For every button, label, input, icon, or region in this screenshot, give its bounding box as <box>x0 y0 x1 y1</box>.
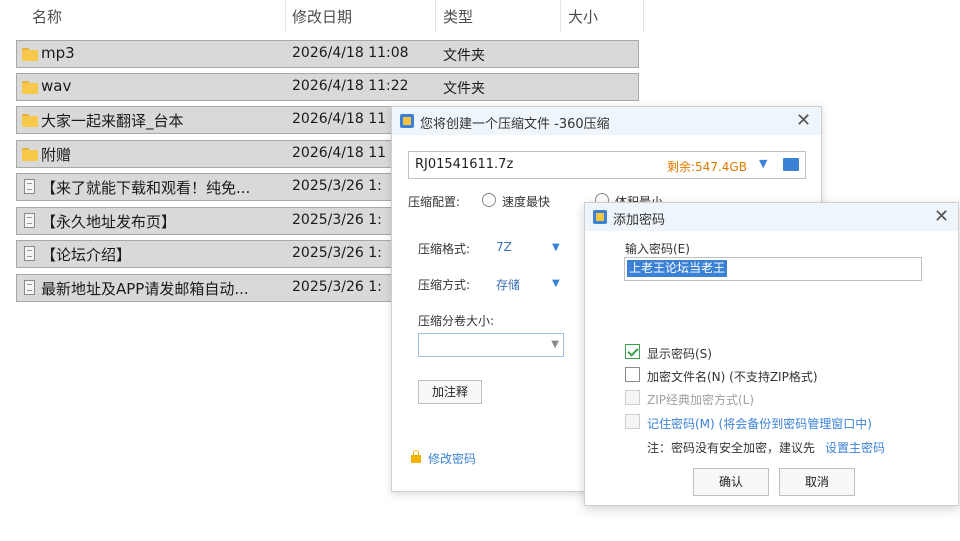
method-value[interactable]: 存储 <box>496 276 520 293</box>
file-date: 2026/4/18 11 <box>292 111 387 127</box>
radio-fastest[interactable] <box>482 193 496 207</box>
folder-icon <box>21 146 39 162</box>
file-name: 【永久地址发布页】 <box>41 213 177 231</box>
text-file-icon <box>21 179 39 195</box>
format-label: 压缩格式: <box>418 242 471 256</box>
chevron-down-icon[interactable]: ▼ <box>759 157 767 170</box>
file-date: 2025/3/26 1: <box>292 178 382 194</box>
column-divider[interactable] <box>285 0 286 32</box>
file-name: mp3 <box>41 44 75 62</box>
column-modified[interactable]: 修改日期 <box>292 6 352 28</box>
zip-classic-checkbox <box>625 390 640 405</box>
encrypt-filenames-label[interactable]: 加密文件名(N) (不支持ZIP格式) <box>647 368 818 385</box>
text-file-icon <box>21 246 39 262</box>
method-label: 压缩方式: <box>418 278 471 292</box>
column-header: 名称 ^ 修改日期 类型 大小 <box>0 0 650 34</box>
password-input[interactable]: 上老王论坛当老王 <box>624 257 922 281</box>
file-type: 文件夹 <box>443 48 485 64</box>
change-password-link[interactable]: 修改密码 <box>428 450 476 467</box>
file-row-mp3[interactable]: mp3 2026/4/18 11:08 文件夹 <box>16 40 639 68</box>
file-name: 大家一起来翻译_台本 <box>41 112 184 130</box>
encrypt-filenames-checkbox[interactable] <box>625 367 640 382</box>
ok-button[interactable]: 确认 <box>693 468 769 496</box>
file-name: 【来了就能下载和观看！纯免... <box>41 179 251 197</box>
zip-classic-label: ZIP经典加密方式(L) <box>647 393 755 407</box>
sort-indicator-icon: ^ <box>150 0 161 8</box>
radio-fastest-label[interactable]: 速度最快 <box>502 193 550 210</box>
remember-password-checkbox[interactable] <box>625 414 640 429</box>
show-password-label[interactable]: 显示密码(S) <box>647 345 712 362</box>
folder-icon <box>21 112 39 128</box>
remember-password-label[interactable]: 记住密码(M) (将会备份到密码管理窗口中) <box>647 415 872 432</box>
show-password-checkbox[interactable] <box>625 344 640 359</box>
file-type: 文件夹 <box>443 81 485 97</box>
password-dialog-titlebar[interactable]: 添加密码 ✕ <box>585 203 958 231</box>
chevron-down-icon[interactable]: ▼ <box>551 339 559 350</box>
close-icon[interactable]: ✕ <box>934 208 949 226</box>
text-file-icon <box>21 280 39 296</box>
add-password-dialog: 添加密码 ✕ 输入密码(E) 上老王论坛当老王 显示密码(S) 加密文件名(N)… <box>584 202 959 506</box>
file-date: 2025/3/26 1: <box>292 245 382 261</box>
folder-icon <box>21 46 39 62</box>
column-divider[interactable] <box>560 0 561 32</box>
password-input-label: 输入密码(E) <box>625 242 690 256</box>
file-name: 最新地址及APP请发邮箱自动... <box>41 280 249 298</box>
file-name: wav <box>41 77 72 95</box>
file-date: 2025/3/26 1: <box>292 279 382 295</box>
set-master-password-link[interactable]: 设置主密码 <box>825 439 885 456</box>
chevron-down-icon[interactable]: ▼ <box>552 278 560 289</box>
compress-dialog-title: 您将创建一个压缩文件 -360压缩 <box>420 117 610 132</box>
compress-dialog-titlebar[interactable]: 您将创建一个压缩文件 -360压缩 ✕ <box>392 107 821 135</box>
folder-icon <box>21 79 39 95</box>
column-divider[interactable] <box>643 0 644 32</box>
split-size-select[interactable]: ▼ <box>418 333 564 357</box>
free-space-label: 剩余:547.4GB <box>667 160 747 174</box>
password-dialog-title: 添加密码 <box>613 213 666 228</box>
text-file-icon <box>21 213 39 229</box>
compress-config-label: 压缩配置: <box>408 195 461 209</box>
file-date: 2026/4/18 11:22 <box>292 78 409 94</box>
cancel-button[interactable]: 取消 <box>779 468 855 496</box>
column-size[interactable]: 大小 <box>568 6 598 28</box>
column-divider[interactable] <box>435 0 436 32</box>
file-date: 2026/4/18 11:08 <box>292 45 409 61</box>
archive-app-icon <box>593 210 607 224</box>
chevron-down-icon[interactable]: ▼ <box>552 242 560 253</box>
security-note: 注：密码没有安全加密，建议先 <box>647 441 816 455</box>
file-name: 附赠 <box>41 146 72 164</box>
archive-app-icon <box>400 114 414 128</box>
split-size-label: 压缩分卷大小: <box>418 314 495 328</box>
file-date: 2025/3/26 1: <box>292 212 382 228</box>
file-row-wav[interactable]: wav 2026/4/18 11:22 文件夹 <box>16 73 639 101</box>
lock-icon <box>411 450 421 463</box>
format-value[interactable]: 7Z <box>496 240 512 254</box>
column-name[interactable]: 名称 <box>32 6 62 28</box>
close-icon[interactable]: ✕ <box>796 112 811 130</box>
browse-folder-icon[interactable] <box>783 158 799 171</box>
file-date: 2026/4/18 11 <box>292 145 387 161</box>
column-type[interactable]: 类型 <box>443 6 473 28</box>
archive-path-field[interactable]: RJ01541611.7z 剩余:547.4GB ▼ <box>408 151 806 179</box>
archive-filename: RJ01541611.7z <box>415 157 514 172</box>
file-name: 【论坛介绍】 <box>41 246 132 264</box>
password-selected-text: 上老王论坛当老王 <box>627 260 728 277</box>
add-comment-button[interactable]: 加注释 <box>418 380 482 404</box>
